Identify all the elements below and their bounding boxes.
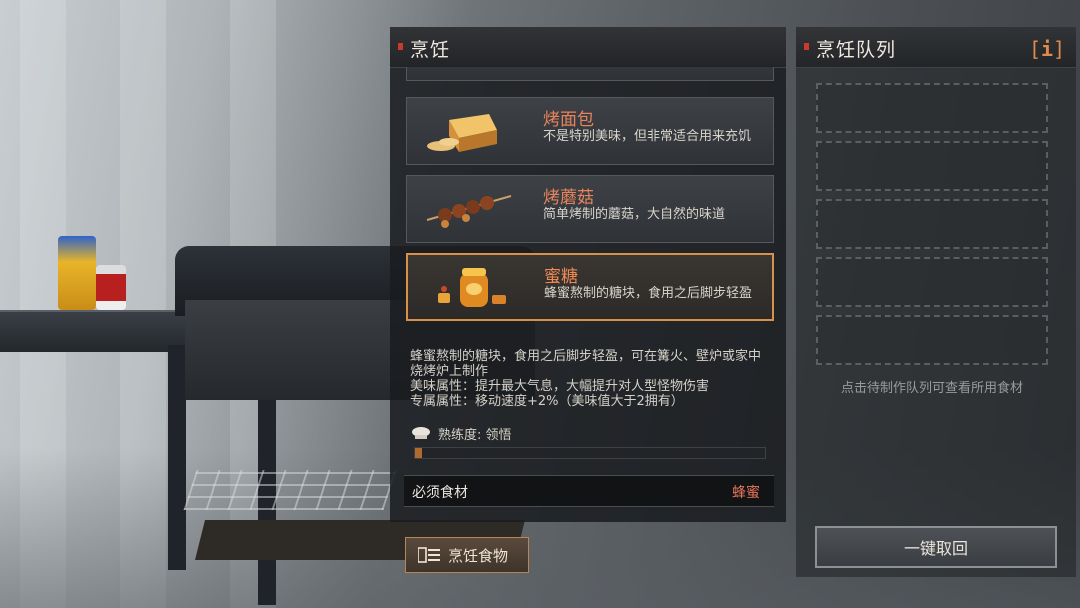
mastery-text: 熟练度: 领悟 bbox=[438, 427, 512, 443]
recipe-desc: 不是特别美味，但非常适合用来充饥 bbox=[543, 129, 752, 144]
required-ingredients: 必须食材 蜂蜜 bbox=[404, 475, 774, 507]
cooking-title: 烹饪 bbox=[410, 39, 451, 61]
menu-list-icon bbox=[418, 547, 440, 563]
bread-icon bbox=[427, 114, 497, 152]
cook-button-label: 烹饪食物 bbox=[448, 546, 509, 565]
recipe-card-partial[interactable]: 肚子 bbox=[406, 67, 774, 81]
honey-jar-icon bbox=[438, 268, 506, 307]
condiment-bottle bbox=[58, 236, 96, 310]
recipe-card-bread[interactable]: 烤面包 不是特别美味，但非常适合用来充饥 bbox=[406, 97, 774, 165]
info-icon[interactable]: [i] bbox=[1029, 37, 1065, 61]
mushroom-skewer-icon bbox=[426, 195, 512, 228]
queue-slot[interactable] bbox=[816, 83, 1048, 133]
recipe-desc: 蜂蜜熬制的糖块，食用之后脚步轻盈 bbox=[544, 286, 753, 301]
condiment-jar bbox=[96, 265, 126, 310]
chef-hat-icon bbox=[412, 427, 430, 439]
ingredient-honey[interactable]: 蜂蜜 bbox=[732, 482, 760, 502]
queue-slot[interactable] bbox=[816, 315, 1048, 365]
cook-food-button[interactable]: 烹饪食物 bbox=[405, 537, 529, 573]
recipe-card-honey[interactable]: 蜜糖 蜂蜜熬制的糖块，食用之后脚步轻盈 bbox=[406, 253, 774, 321]
cooking-header: 烹饪 bbox=[390, 27, 786, 68]
queue-slot[interactable] bbox=[816, 199, 1048, 249]
mastery-progress-bar bbox=[414, 447, 766, 459]
grill-rack bbox=[183, 470, 397, 510]
recipe-detail: 蜂蜜熬制的糖块，食用之后脚步轻盈，可在篝火、壁炉或家中烧烤炉上制作 美味属性：提… bbox=[410, 349, 772, 409]
queue-slot[interactable] bbox=[816, 141, 1048, 191]
recipe-desc: 简单烤制的蘑菇，大自然的味道 bbox=[543, 207, 726, 222]
queue-header: 烹饪队列 [i] bbox=[796, 27, 1076, 68]
ingredients-label: 必须食材 bbox=[412, 485, 468, 501]
recipe-card-mushroom[interactable]: 烤蘑菇 简单烤制的蘑菇，大自然的味道 bbox=[406, 175, 774, 243]
detail-description: 蜂蜜熬制的糖块，食用之后脚步轻盈，可在篝火、壁炉或家中烧烤炉上制作 bbox=[410, 349, 762, 379]
cooking-queue-panel: 烹饪队列 [i] 点击待制作队列可查看所用食材 bbox=[796, 27, 1076, 577]
mastery-row: 熟练度: 领悟 bbox=[410, 423, 512, 443]
mastery-progress-fill bbox=[415, 448, 422, 458]
queue-hint: 点击待制作队列可查看所用食材 bbox=[840, 381, 1023, 396]
cooking-panel: 烹饪 肚子 烤面包 不是特别美味，但非常适合用来充饥 bbox=[390, 27, 786, 522]
special-attribute: 专属属性：移动速度+2%（美味值大于2拥有） bbox=[410, 394, 684, 409]
table bbox=[0, 310, 290, 352]
header-marker-icon bbox=[398, 43, 403, 50]
queue-title: 烹饪队列 bbox=[816, 39, 897, 61]
flavor-attribute: 美味属性：提升最大气息，大幅提升对人型怪物伤害 bbox=[410, 379, 710, 394]
header-marker-icon bbox=[804, 43, 809, 50]
retrieve-label: 一键取回 bbox=[903, 539, 968, 558]
retrieve-all-button[interactable]: 一键取回 bbox=[815, 526, 1057, 568]
recipe-list[interactable]: 肚子 烤面包 不是特别美味，但非常适合用来充饥 bbox=[404, 67, 774, 327]
queue-slot[interactable] bbox=[816, 257, 1048, 307]
recipe-name: 蜜糖 bbox=[544, 267, 578, 287]
recipe-name: 烤面包 bbox=[543, 110, 594, 130]
recipe-name: 烤蘑菇 bbox=[543, 188, 594, 208]
